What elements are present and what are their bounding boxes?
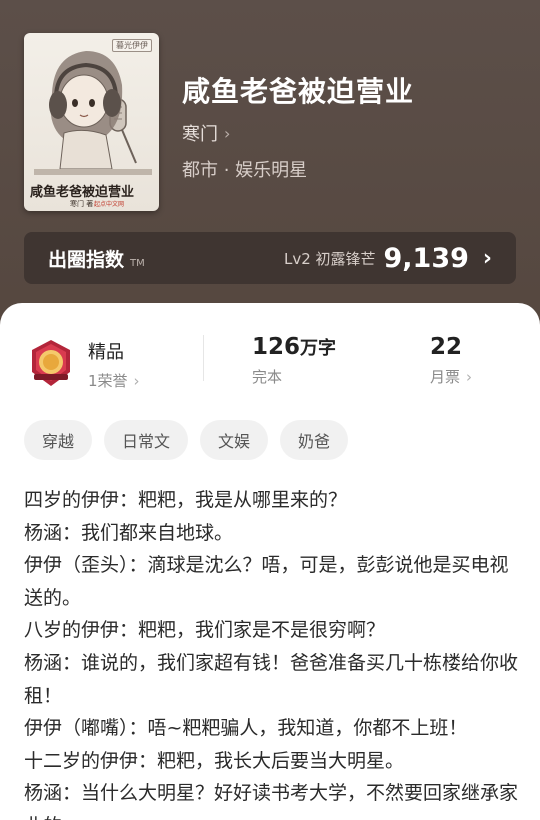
- synopsis-line: 四岁的伊伊：粑粑，我是从哪里来的？: [24, 489, 348, 511]
- quality-badge-icon[interactable]: [26, 338, 76, 388]
- book-synopsis: 四岁的伊伊：粑粑，我是从哪里来的？ 杨涵：我们都来自地球。 伊伊（歪头）：滴球是…: [24, 484, 520, 820]
- author-name: 寒门: [182, 124, 218, 145]
- monthly-ticket-stat[interactable]: 22 月票 ›: [430, 334, 472, 387]
- monthly-ticket-number: 22: [430, 334, 463, 360]
- trademark-mark: TM: [130, 257, 145, 269]
- synopsis-line: 十二岁的伊伊：粑粑，我长大后要当大明星。: [24, 749, 405, 772]
- synopsis-line: 伊伊（嘟嘴）：唔~粑粑骗人，我知道，你都不上班！: [24, 717, 468, 740]
- synopsis-line: 八岁的伊伊：粑粑，我们家是不是很穷啊？: [24, 619, 386, 642]
- tag-list: 穿越 日常文 文娱 奶爸: [24, 420, 349, 460]
- quality-title: 精品: [88, 342, 124, 363]
- chevron-right-icon: ›: [482, 245, 492, 271]
- cover-author: 寒门 著: [70, 200, 94, 208]
- monthly-ticket-label: 月票: [430, 368, 461, 386]
- book-title: 咸鱼老爸被迫营业: [182, 75, 415, 108]
- tag-chip[interactable]: 奶爸: [280, 420, 349, 460]
- honor-count: 1荣誉 ›: [88, 370, 140, 391]
- synopsis-line: 杨涵：当什么大明星？好好读书考大学，不然要回家继承家业的。: [24, 782, 519, 820]
- synopsis-line: 杨涵：谁说的，我们家超有钱！爸爸准备买几十栋楼给你收租！: [24, 651, 519, 707]
- quality-stat[interactable]: 精品 1荣誉 ›: [88, 338, 140, 391]
- index-label-group: 出圈指数 TM: [48, 245, 145, 272]
- monthly-ticket-label-row: 月票 ›: [430, 366, 472, 387]
- author-link[interactable]: 寒门 ›: [182, 120, 230, 146]
- tag-chip[interactable]: 文娱: [200, 420, 269, 460]
- book-cover[interactable]: 暮光伊伊 咸鱼老爸被迫营业 寒门 著 起点中文网: [24, 33, 159, 211]
- completion-label: 完本: [252, 368, 283, 386]
- index-level: Lv2 初露锋芒: [283, 249, 376, 268]
- word-count-unit: 万字: [300, 338, 337, 359]
- cover-publisher: 起点中文网: [94, 201, 125, 208]
- book-genre: 都市 · 娱乐明星: [182, 160, 308, 181]
- chevron-right-icon: ›: [466, 367, 473, 386]
- index-value: 9,139: [383, 242, 469, 274]
- synopsis-line: 伊伊（歪头）：滴球是沈么？唔，可是，彭彭说他是买电视送的。: [24, 554, 509, 609]
- index-label: 出圈指数: [48, 248, 125, 271]
- synopsis-line: 杨涵：我们都来自地球。: [24, 521, 234, 544]
- completion-status: 完本: [252, 366, 336, 387]
- honor-label: 1荣誉: [88, 372, 128, 390]
- chevron-right-icon: ›: [133, 371, 140, 390]
- cover-title: 咸鱼老爸被迫营业: [30, 185, 135, 200]
- cover-badge: 暮光伊伊: [112, 39, 152, 52]
- stat-divider: [203, 335, 204, 381]
- index-value-group: Lv2 初露锋芒 9,139 ›: [284, 243, 492, 274]
- popularity-index-bar[interactable]: 出圈指数 TM Lv2 初露锋芒 9,139 ›: [24, 232, 516, 284]
- word-count-stat: 126万字 完本: [252, 334, 336, 387]
- tag-chip[interactable]: 日常文: [104, 420, 189, 460]
- word-count-number: 126: [252, 334, 301, 360]
- chevron-right-icon: ›: [224, 123, 231, 143]
- tag-chip[interactable]: 穿越: [24, 420, 93, 460]
